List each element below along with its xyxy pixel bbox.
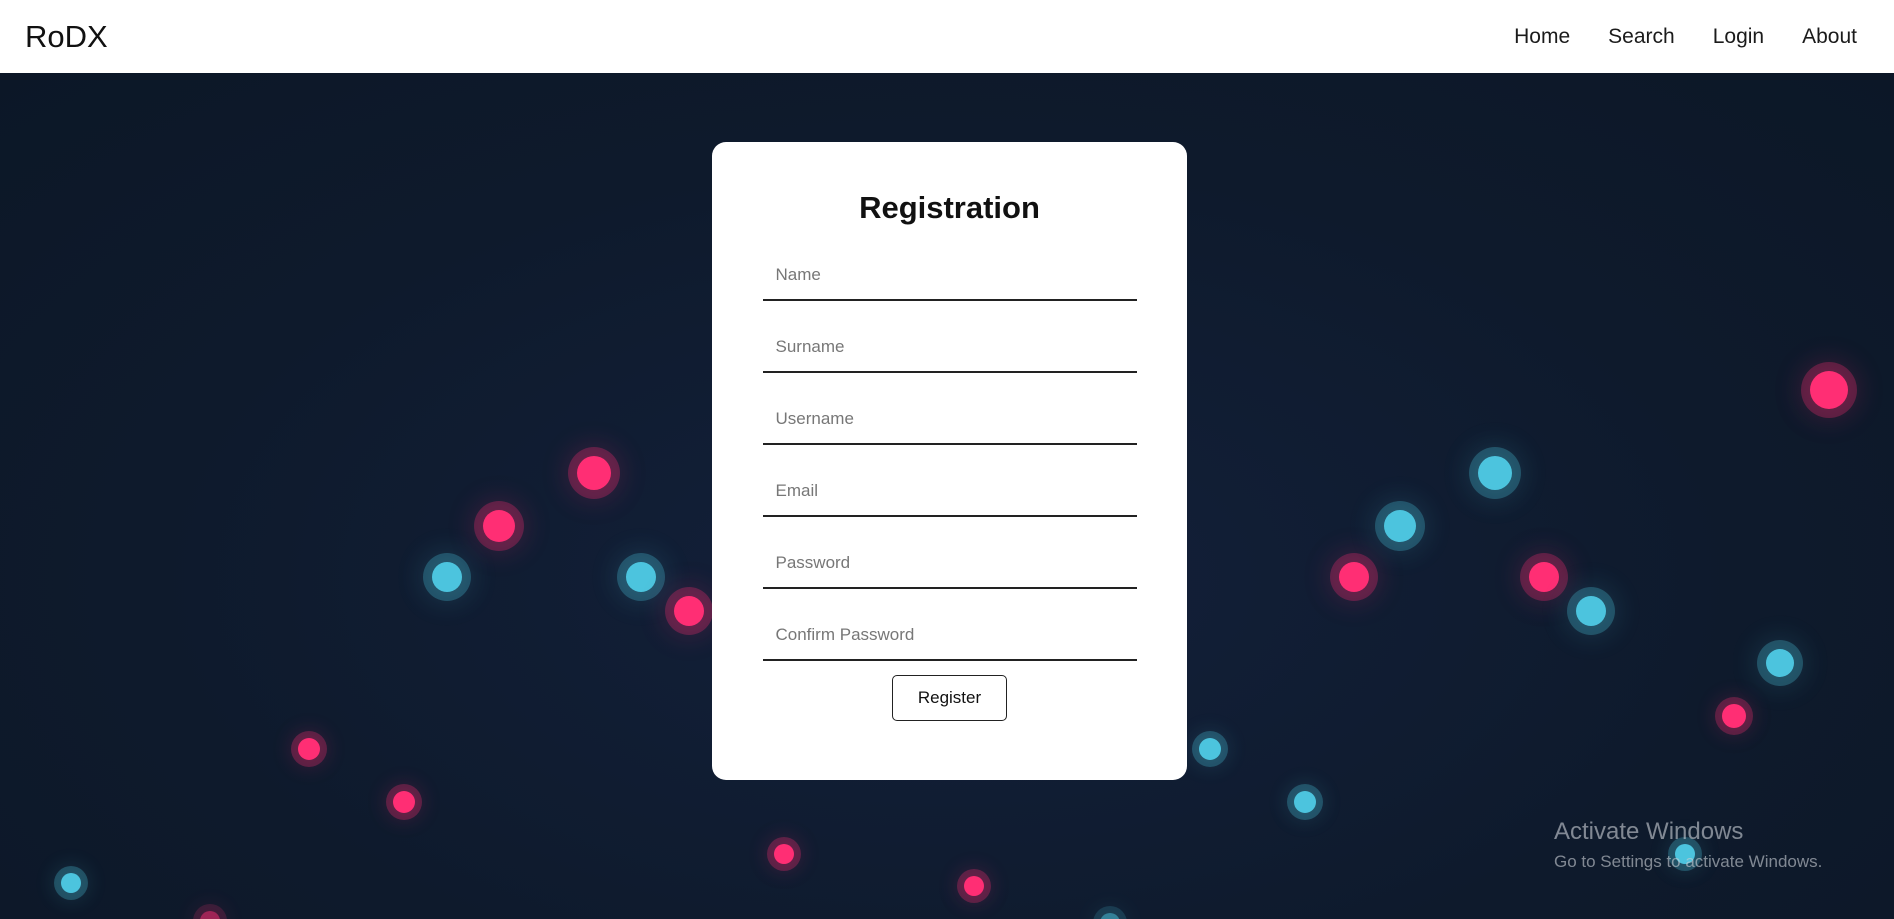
username-input[interactable] xyxy=(762,395,1137,445)
glow-dot xyxy=(1529,562,1559,592)
glow-dot xyxy=(674,596,704,626)
glow-dot xyxy=(577,456,611,490)
password-field-wrap xyxy=(762,539,1137,589)
glow-dot xyxy=(1576,596,1606,626)
glow-dot xyxy=(298,738,320,760)
confirm-password-field-wrap xyxy=(762,611,1137,661)
glow-dot xyxy=(964,876,984,896)
glow-dot xyxy=(393,791,415,813)
watermark-title: Activate Windows xyxy=(1554,818,1744,845)
glow-dot xyxy=(774,844,794,864)
glow-dot xyxy=(1478,456,1512,490)
email-field-wrap xyxy=(762,467,1137,517)
nav-link-about[interactable]: About xyxy=(1802,25,1857,49)
glow-dot xyxy=(1199,738,1221,760)
confirm-password-input[interactable] xyxy=(762,611,1137,661)
brand-logo[interactable]: RoDX xyxy=(25,19,108,55)
email-input[interactable] xyxy=(762,467,1137,517)
registration-card: Registration Register xyxy=(712,142,1187,780)
watermark-subtitle: Go to Settings to activate Windows. xyxy=(1554,852,1823,871)
glow-dot xyxy=(432,562,462,592)
glow-dot xyxy=(200,911,220,919)
nav-link-home[interactable]: Home xyxy=(1514,25,1570,49)
glow-dot xyxy=(61,873,81,893)
registration-title: Registration xyxy=(859,190,1040,225)
nav-link-search[interactable]: Search xyxy=(1608,25,1675,49)
glow-dot xyxy=(1810,371,1848,409)
name-input[interactable] xyxy=(762,251,1137,301)
glow-dot xyxy=(626,562,656,592)
surname-field-wrap xyxy=(762,323,1137,373)
nav-link-login[interactable]: Login xyxy=(1713,25,1764,49)
glow-dot xyxy=(1100,913,1120,919)
windows-activation-watermark: Activate Windows Go to Settings to activ… xyxy=(1554,818,1822,872)
name-field-wrap xyxy=(762,251,1137,301)
glow-dot xyxy=(1294,791,1316,813)
glow-dot xyxy=(483,510,515,542)
top-navbar: RoDX Home Search Login About xyxy=(0,0,1894,73)
glow-dot xyxy=(1766,649,1794,677)
glow-dot xyxy=(1339,562,1369,592)
username-field-wrap xyxy=(762,395,1137,445)
glow-dot xyxy=(1722,704,1746,728)
password-input[interactable] xyxy=(762,539,1137,589)
surname-input[interactable] xyxy=(762,323,1137,373)
register-button[interactable]: Register xyxy=(892,675,1007,721)
nav-links: Home Search Login About xyxy=(1514,25,1857,49)
glow-dot xyxy=(1384,510,1416,542)
